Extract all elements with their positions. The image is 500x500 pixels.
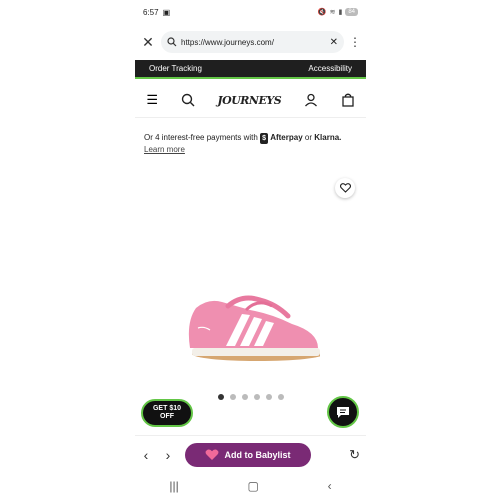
get-10-line2: OFF: [160, 413, 174, 420]
chat-icon: [337, 406, 349, 418]
accessibility-link[interactable]: Accessibility: [308, 64, 352, 73]
klarna-label: Klarna.: [314, 133, 342, 142]
clear-url-icon[interactable]: ✕: [330, 37, 338, 48]
browser-url-bar: ✕ https://www.journeys.com/ ✕ ⋮: [135, 28, 366, 56]
shopping-bag-icon[interactable]: [341, 93, 355, 107]
afterpay-badge-icon: $: [260, 133, 268, 144]
utility-bar: Order Tracking Accessibility: [135, 60, 366, 79]
phone-screen: 6:57 ▣ 🔇 ≋ ▮ 84 ✕ https://www.journeys.c…: [135, 0, 366, 500]
carousel-dot[interactable]: [253, 394, 260, 400]
heart-icon: [339, 183, 351, 193]
favorite-button[interactable]: [335, 178, 355, 198]
get-10-off-button[interactable]: GET $10 OFF: [141, 399, 193, 427]
battery-indicator: 84: [345, 8, 358, 16]
payment-options: Or 4 interest-free payments with $ After…: [144, 132, 359, 155]
url-text: https://www.journeys.com/: [181, 37, 274, 47]
close-tab-icon[interactable]: ✕: [135, 34, 161, 51]
account-icon[interactable]: [304, 93, 318, 107]
mute-icon: 🔇: [317, 9, 327, 16]
journeys-logo[interactable]: JOURNEYS: [217, 94, 281, 107]
payment-text: Or 4 interest-free payments with: [144, 133, 258, 142]
carousel-dot[interactable]: [229, 394, 236, 400]
screenshot-icon: ▣: [162, 7, 171, 17]
carousel-dot[interactable]: [217, 394, 224, 400]
carousel-dot[interactable]: [265, 394, 272, 400]
forward-arrow-icon[interactable]: ›: [157, 447, 179, 463]
search-icon[interactable]: [181, 93, 195, 107]
hamburger-menu-icon[interactable]: ☰: [146, 92, 158, 108]
recents-icon[interactable]: |||: [169, 479, 178, 493]
status-time: 6:57: [143, 7, 159, 17]
home-icon[interactable]: ▢: [248, 479, 259, 493]
product-image[interactable]: [180, 288, 320, 368]
babylist-label: Add to Babylist: [224, 450, 291, 460]
afterpay-label: Afterpay: [270, 133, 303, 142]
payment-or: or: [304, 133, 313, 142]
add-to-babylist-button[interactable]: Add to Babylist: [185, 443, 311, 467]
signal-icon: ▮: [338, 9, 343, 16]
browser-bottom-toolbar: ‹ › Add to Babylist ↻: [135, 435, 366, 474]
search-icon: [167, 37, 177, 47]
carousel-dot[interactable]: [241, 394, 248, 400]
wifi-icon: ≋: [329, 9, 336, 16]
back-icon[interactable]: ‹: [328, 479, 332, 493]
chat-button[interactable]: [327, 396, 359, 428]
get-10-line1: GET $10: [152, 405, 181, 412]
learn-more-link[interactable]: Learn more: [144, 145, 185, 154]
system-nav-bar: ||| ▢ ‹: [135, 474, 366, 498]
heart-icon: [206, 449, 219, 460]
order-tracking-link[interactable]: Order Tracking: [149, 64, 202, 73]
back-arrow-icon[interactable]: ‹: [135, 447, 157, 463]
address-field[interactable]: https://www.journeys.com/ ✕: [161, 31, 344, 53]
refresh-icon[interactable]: ↻: [349, 447, 360, 463]
carousel-dot[interactable]: [277, 394, 284, 400]
status-bar: 6:57 ▣ 🔇 ≋ ▮ 84: [135, 0, 366, 24]
overflow-menu-icon[interactable]: ⋮: [344, 35, 366, 49]
site-header: ☰ JOURNEYS: [135, 83, 366, 118]
